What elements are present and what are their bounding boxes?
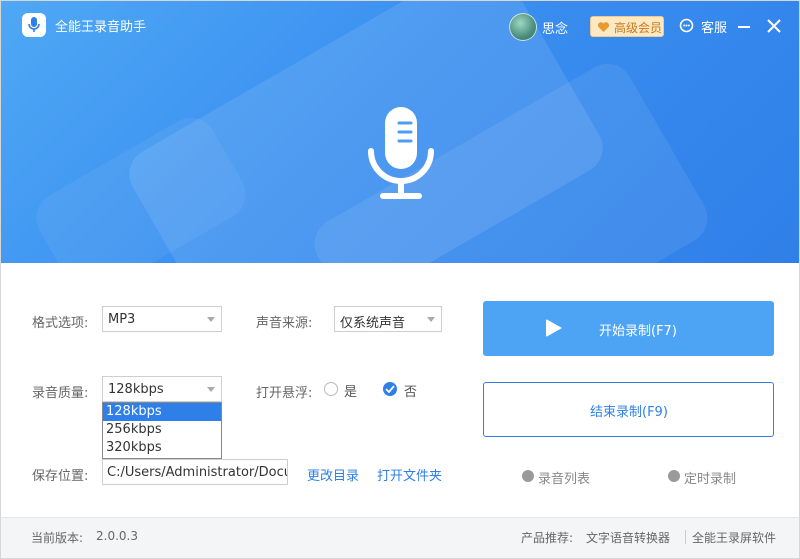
format-select[interactable]: MP3 [102,306,222,332]
chevron-down-icon [207,317,215,322]
list-icon [522,470,534,482]
check-icon [385,385,395,393]
floating-yes-label[interactable]: 是 [344,381,357,400]
quality-option[interactable]: 320kbps [103,439,221,457]
vip-button[interactable]: 高级会员 [590,16,664,37]
chevron-down-icon [427,317,435,322]
product-link-tts[interactable]: 文字语音转换器 [586,529,670,546]
format-value: MP3 [108,312,136,327]
footer-divider [685,530,686,544]
source-value: 仅系统声音 [340,316,406,331]
quality-select[interactable]: 128kbps [102,376,222,402]
quality-option[interactable]: 128kbps [103,403,221,421]
play-icon [546,319,562,337]
recommend-label: 产品推荐: [521,531,574,545]
headset-icon[interactable] [679,18,694,33]
source-label: 声音来源: [256,316,313,331]
quality-dropdown: 128kbps 256kbps 320kbps [102,402,222,459]
floating-no-radio[interactable] [383,382,397,396]
floating-label: 打开悬浮: [256,386,313,401]
product-link-screen-recorder[interactable]: 全能王录屏软件 [692,529,776,546]
chevron-down-icon [207,387,215,392]
clock-icon [668,470,680,482]
stop-record-button[interactable]: 结束录制(F9) [483,382,774,437]
change-dir-link[interactable]: 更改目录 [307,465,359,484]
footer: 当前版本: 2.0.0.3 产品推荐: 文字语音转换器 全能王录屏软件 [1,517,799,558]
start-record-label: 开始录制(F7) [599,324,677,339]
stop-record-label: 结束录制(F9) [590,405,668,420]
quality-option[interactable]: 256kbps [103,421,221,439]
version-label: 当前版本: [31,531,84,545]
app-title: 全能王录音助手 [55,20,147,35]
app-logo-icon [22,13,46,37]
save-path-value: C:/Users/Administrator/Documents [107,465,287,480]
minimize-icon[interactable] [738,26,750,28]
save-label: 保存位置: [32,469,89,484]
header-banner: 全能王录音助手 思念 高级会员 客服 [1,1,799,263]
vip-label: 高级会员 [614,21,663,35]
source-select[interactable]: 仅系统声音 [334,306,442,332]
service-button[interactable]: 客服 [701,17,727,36]
version-value: 2.0.0.3 [96,529,138,543]
save-path-input[interactable]: C:/Users/Administrator/Documents [102,459,288,485]
open-folder-link[interactable]: 打开文件夹 [377,465,442,484]
avatar[interactable] [509,13,537,41]
start-record-button[interactable]: 开始录制(F7) [483,301,774,356]
floating-yes-radio[interactable] [324,382,338,396]
username[interactable]: 思念 [542,18,568,37]
app-window: 全能王录音助手 思念 高级会员 客服 格式选项: MP3 声音来源: 仅系统声音… [0,0,800,559]
floating-no-label[interactable]: 否 [404,381,417,400]
quality-label: 录音质量: [32,386,89,401]
heart-icon [597,22,610,32]
quality-value: 128kbps [108,382,164,397]
close-icon[interactable] [766,18,782,34]
scheduled-record-link[interactable]: 定时录制 [684,468,736,487]
record-list-link[interactable]: 录音列表 [538,468,590,487]
format-label: 格式选项: [32,316,89,331]
microphone-icon [368,107,434,199]
